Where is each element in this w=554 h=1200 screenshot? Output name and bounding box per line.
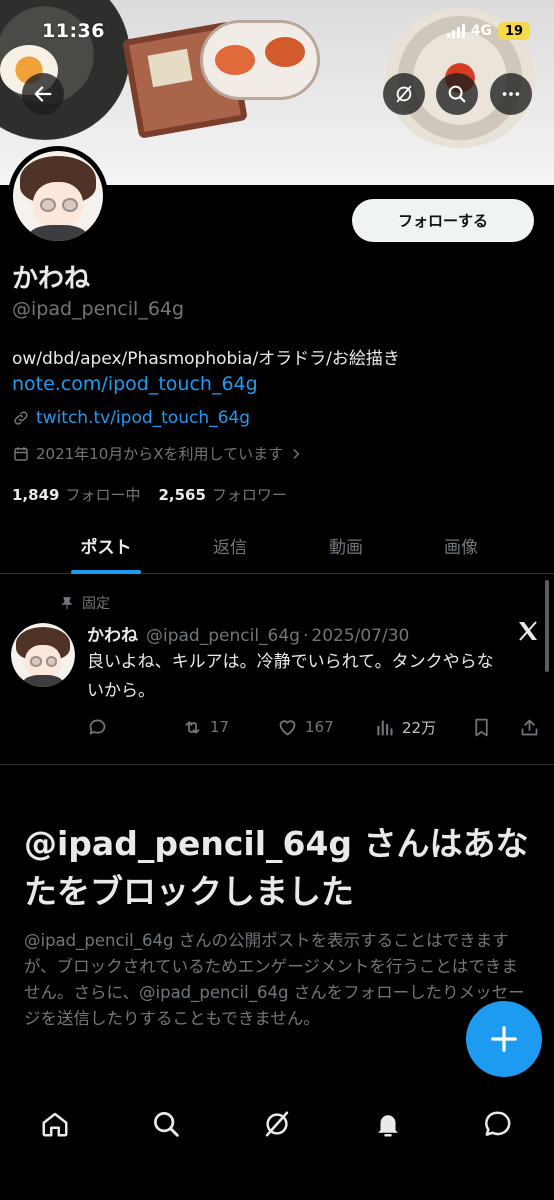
pinned-label-row: 固定: [60, 593, 110, 613]
website-row: twitch.tv/ipod_touch_64g: [12, 408, 250, 428]
calendar-icon: [14, 446, 28, 461]
views-button[interactable]: 22万: [374, 712, 436, 742]
link-icon: [14, 411, 28, 425]
tab-posts[interactable]: ポスト: [46, 516, 166, 574]
tab-videos[interactable]: 動画: [286, 516, 406, 574]
joined-date: 2021年10月からXを利用しています: [36, 445, 284, 463]
tab-indicator: [71, 570, 141, 574]
blocked-description: @ipad_pencil_64g さんの公開ポストを表示することはできますが、ブ…: [24, 931, 525, 1028]
post-text[interactable]: 良いよね、キルアは。冷静でいられて。タンクやらないから。: [87, 648, 507, 706]
network-type: 4G: [470, 23, 492, 39]
followers-count[interactable]: 2,565: [158, 486, 205, 504]
post-separator: ·: [302, 626, 309, 646]
profile-tabs: ポスト 返信 動画 画像: [0, 516, 554, 574]
back-button[interactable]: [22, 73, 64, 115]
repost-button[interactable]: 17: [182, 712, 229, 742]
post-divider: [0, 764, 554, 765]
website-link[interactable]: twitch.tv/ipod_touch_64g: [36, 408, 250, 428]
banner-toast-butter: [147, 48, 193, 88]
grok-icon: [265, 1111, 289, 1137]
post-author-handle[interactable]: @ipad_pencil_64g: [146, 626, 300, 646]
reply-button[interactable]: [87, 712, 108, 742]
bookmark-icon: [475, 718, 488, 736]
bio-link[interactable]: note.com/ipod_touch_64g: [12, 373, 258, 395]
share-button[interactable]: [519, 712, 540, 742]
status-time: 11:36: [42, 20, 105, 42]
messages-icon: [485, 1111, 511, 1136]
followers-label[interactable]: フォロワー: [212, 484, 287, 505]
nav-search[interactable]: [136, 1104, 196, 1144]
display-name: かわね: [12, 264, 91, 294]
nav-notifications[interactable]: [358, 1104, 418, 1144]
grok-icon: [396, 85, 412, 103]
pinned-label: 固定: [82, 596, 110, 612]
notifications-icon: [378, 1115, 398, 1137]
x-logo-icon: [519, 621, 537, 641]
heart-icon: [279, 719, 296, 735]
home-icon: [42, 1112, 68, 1137]
pin-icon: [61, 597, 73, 609]
more-icon: [502, 92, 520, 96]
share-icon: [521, 719, 538, 735]
post-avatar-image: [11, 623, 75, 687]
bottom-nav: [0, 1090, 554, 1200]
joined-row[interactable]: 2021年10月からXを利用しています: [12, 443, 303, 464]
battery-indicator: 19: [498, 22, 530, 40]
search-button[interactable]: [436, 73, 478, 115]
post-date[interactable]: 2025/07/30: [311, 626, 409, 646]
views-icon: [377, 719, 393, 736]
arrow-left-icon: [34, 86, 52, 102]
plus-icon: [491, 1026, 517, 1052]
banner-roll: [200, 20, 320, 100]
nav-home[interactable]: [25, 1104, 85, 1144]
grok-button[interactable]: [383, 73, 425, 115]
following-count[interactable]: 1,849: [12, 486, 59, 504]
follow-button[interactable]: フォローする: [352, 199, 534, 242]
compose-button[interactable]: [466, 1001, 542, 1077]
more-button[interactable]: [490, 73, 532, 115]
repost-count: 17: [210, 718, 230, 736]
nav-grok[interactable]: [247, 1104, 307, 1144]
reply-icon: [89, 719, 106, 734]
post-actions: 17 167 22万: [87, 712, 543, 742]
profile-bio: ow/dbd/apex/Phasmophobia/オラドラ/お絵描き: [12, 349, 400, 369]
repost-icon: [185, 720, 200, 734]
follow-stats: 1,849 フォロー中 2,565 フォロワー: [12, 484, 305, 505]
profile-handle: @ipad_pencil_64g: [12, 298, 185, 320]
profile-avatar[interactable]: [8, 146, 108, 246]
tab-images[interactable]: 画像: [401, 516, 521, 574]
post-author-name[interactable]: かわね: [87, 621, 138, 646]
like-count: 167: [305, 718, 334, 736]
search-icon: [154, 1112, 179, 1137]
signal-icon: [446, 24, 465, 38]
following-label[interactable]: フォロー中: [65, 484, 140, 505]
like-button[interactable]: 167: [277, 712, 334, 742]
post-header: かわね @ipad_pencil_64g · 2025/07/30: [87, 621, 409, 646]
blocked-title: @ipad_pencil_64g さんはあなたをブロックしました: [24, 824, 529, 911]
scrollbar[interactable]: [545, 580, 549, 672]
post-avatar[interactable]: [11, 623, 75, 687]
status-indicators: 4G 19: [446, 22, 530, 40]
views-count: 22万: [402, 718, 437, 737]
nav-messages[interactable]: [468, 1104, 528, 1144]
tab-replies[interactable]: 返信: [170, 516, 290, 574]
bookmark-button[interactable]: [471, 712, 492, 742]
avatar-image: [13, 151, 103, 241]
chevron-right-icon: [293, 448, 300, 459]
search-icon: [448, 85, 466, 103]
